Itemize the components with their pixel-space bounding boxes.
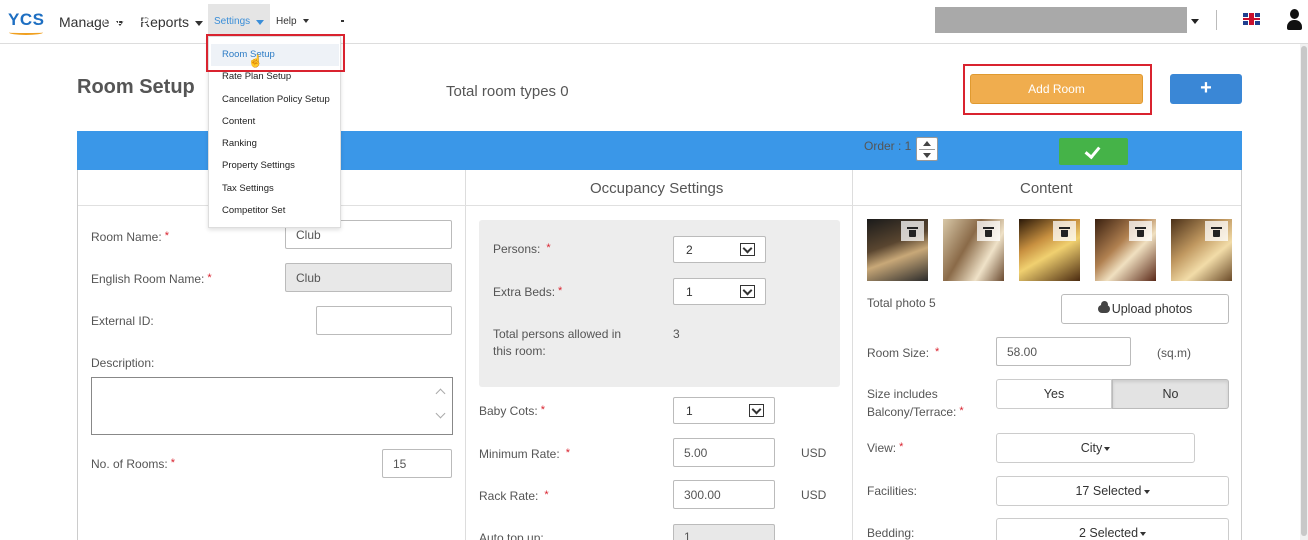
column-divider — [852, 170, 853, 540]
chevron-down-icon — [749, 404, 764, 417]
photos-count: Photos 5 — [416, 13, 466, 27]
page-title: Room Setup — [77, 76, 195, 98]
chevron-down-icon — [740, 243, 755, 256]
page-scrollbar-thumb[interactable] — [1301, 46, 1307, 536]
room-size-input[interactable]: 58.00 — [996, 337, 1131, 366]
minimum-rate-currency: USD — [801, 446, 827, 460]
balcony-label-line2: Balcony/Terrace: * — [867, 405, 964, 419]
minimum-rate-label: Minimum Rate: * — [479, 447, 570, 461]
add-plus-button[interactable]: + — [1170, 74, 1242, 104]
description-textarea[interactable] — [91, 377, 453, 435]
add-room-highlight-box — [963, 64, 1152, 115]
nav-divider — [1216, 10, 1217, 30]
bedding-label: Bedding: — [867, 526, 915, 540]
menu-item-property-settings[interactable]: Property Settings — [222, 160, 295, 171]
arrow-up-icon — [923, 141, 931, 146]
room-id-toggle[interactable]: 7318045 — [85, 13, 150, 27]
menu-item-rate-plan-setup[interactable]: Rate Plan Setup — [222, 71, 291, 82]
view-label: View: * — [867, 441, 904, 455]
description-label: Description: — [91, 356, 155, 370]
room-size-unit: (sq.m) — [1157, 346, 1191, 360]
chevron-down-icon — [85, 13, 95, 23]
facilities-label: Facilities: — [867, 484, 918, 498]
uk-flag-icon[interactable] — [1243, 13, 1260, 25]
ycs-logo[interactable]: YCS — [8, 10, 44, 30]
total-persons-label-line2: this room: — [493, 344, 546, 358]
total-persons-label-line1: Total persons allowed in — [493, 327, 622, 341]
room-setup-highlight-box — [206, 34, 345, 72]
english-room-name-label: English Room Name: * — [91, 272, 212, 286]
room-id: 7318045 — [101, 13, 150, 27]
persons-count: Persons 2 — [541, 13, 598, 27]
nav-settings-label: Settings — [214, 16, 251, 27]
trash-icon[interactable] — [983, 227, 994, 237]
menu-item-tax-settings[interactable]: Tax Settings — [222, 183, 274, 194]
caret-down-icon — [302, 19, 309, 24]
extra-beds-select[interactable]: 1 — [673, 278, 766, 305]
facilities-dropdown[interactable]: 17 Selected — [996, 476, 1229, 506]
english-room-name-input: Club — [285, 263, 452, 292]
balcony-no-toggle[interactable]: No — [1112, 379, 1229, 409]
caret-down-icon[interactable] — [1191, 19, 1199, 24]
baby-cots-label: Baby Cots: * — [479, 404, 545, 418]
no-of-rooms-label: No. of Rooms: * — [91, 457, 175, 471]
order-label: Order : 1 — [864, 139, 912, 153]
caret-down-icon — [1140, 531, 1147, 536]
caret-down-icon — [195, 20, 204, 26]
user-icon[interactable] — [1287, 9, 1302, 31]
occupancy-settings-title: Occupancy Settings — [590, 180, 724, 197]
auto-top-up-input: 1 — [673, 524, 775, 540]
rack-rate-label: Rack Rate: * — [479, 489, 549, 503]
rack-rate-currency: USD — [801, 488, 827, 502]
baby-cots-select[interactable]: 1 — [673, 397, 775, 424]
order-spinner[interactable] — [916, 137, 938, 161]
chevron-down-icon — [740, 285, 755, 298]
caret-down-icon — [1104, 446, 1111, 451]
caret-down-icon — [256, 20, 264, 25]
no-of-rooms-input[interactable]: 15 — [382, 449, 452, 478]
upload-photos-label: Upload photos — [1111, 302, 1193, 316]
arrow-down-icon — [923, 153, 931, 158]
trash-icon[interactable] — [1135, 227, 1146, 237]
room-name-label: Room Name: * — [91, 230, 169, 244]
caret-down-icon — [1143, 489, 1150, 494]
external-id-label: External ID: — [91, 314, 154, 328]
logo-swoosh — [9, 30, 43, 35]
upload-photos-button[interactable]: Upload photos — [1061, 294, 1229, 324]
balcony-label-line1: Size includes — [867, 387, 938, 401]
external-id-input[interactable] — [316, 306, 452, 335]
trash-icon[interactable] — [907, 227, 918, 237]
menu-item-competitor-set[interactable]: Competitor Set — [222, 205, 285, 216]
hand-cursor-icon: ☝ — [248, 54, 263, 68]
trash-icon[interactable] — [1211, 227, 1222, 237]
nav-help-label: Help — [276, 16, 297, 27]
nav-dot — [341, 20, 344, 22]
menu-item-cancellation-policy-setup[interactable]: Cancellation Policy Setup — [222, 94, 330, 105]
rack-rate-input[interactable]: 300.00 — [673, 480, 775, 509]
total-photo-count: Total photo 5 — [867, 296, 936, 310]
total-room-types: Total room types 0 — [446, 83, 569, 100]
trash-icon[interactable] — [1059, 227, 1070, 237]
content-title: Content — [1020, 180, 1073, 197]
cloud-upload-icon — [1097, 301, 1110, 313]
extra-beds-label: Extra Beds: * — [493, 285, 563, 299]
menu-item-ranking[interactable]: Ranking — [222, 138, 257, 149]
persons-label: Persons: * — [493, 242, 551, 256]
column-divider — [465, 170, 466, 540]
minimum-rate-input[interactable]: 5.00 — [673, 438, 775, 467]
bedding-dropdown[interactable]: 2 Selected — [996, 518, 1229, 540]
auto-top-up-label: Auto top up: — [479, 531, 544, 540]
property-selector[interactable] — [935, 7, 1187, 33]
room-size-label: Room Size: * — [867, 346, 940, 360]
nav-help[interactable]: Help — [276, 16, 309, 27]
balcony-yes-toggle[interactable]: Yes — [996, 379, 1112, 409]
save-check-button[interactable] — [1059, 138, 1128, 165]
menu-item-content[interactable]: Content — [222, 116, 255, 127]
view-dropdown[interactable]: City — [996, 433, 1195, 463]
persons-select[interactable]: 2 — [673, 236, 766, 263]
total-persons-value: 3 — [673, 327, 680, 341]
